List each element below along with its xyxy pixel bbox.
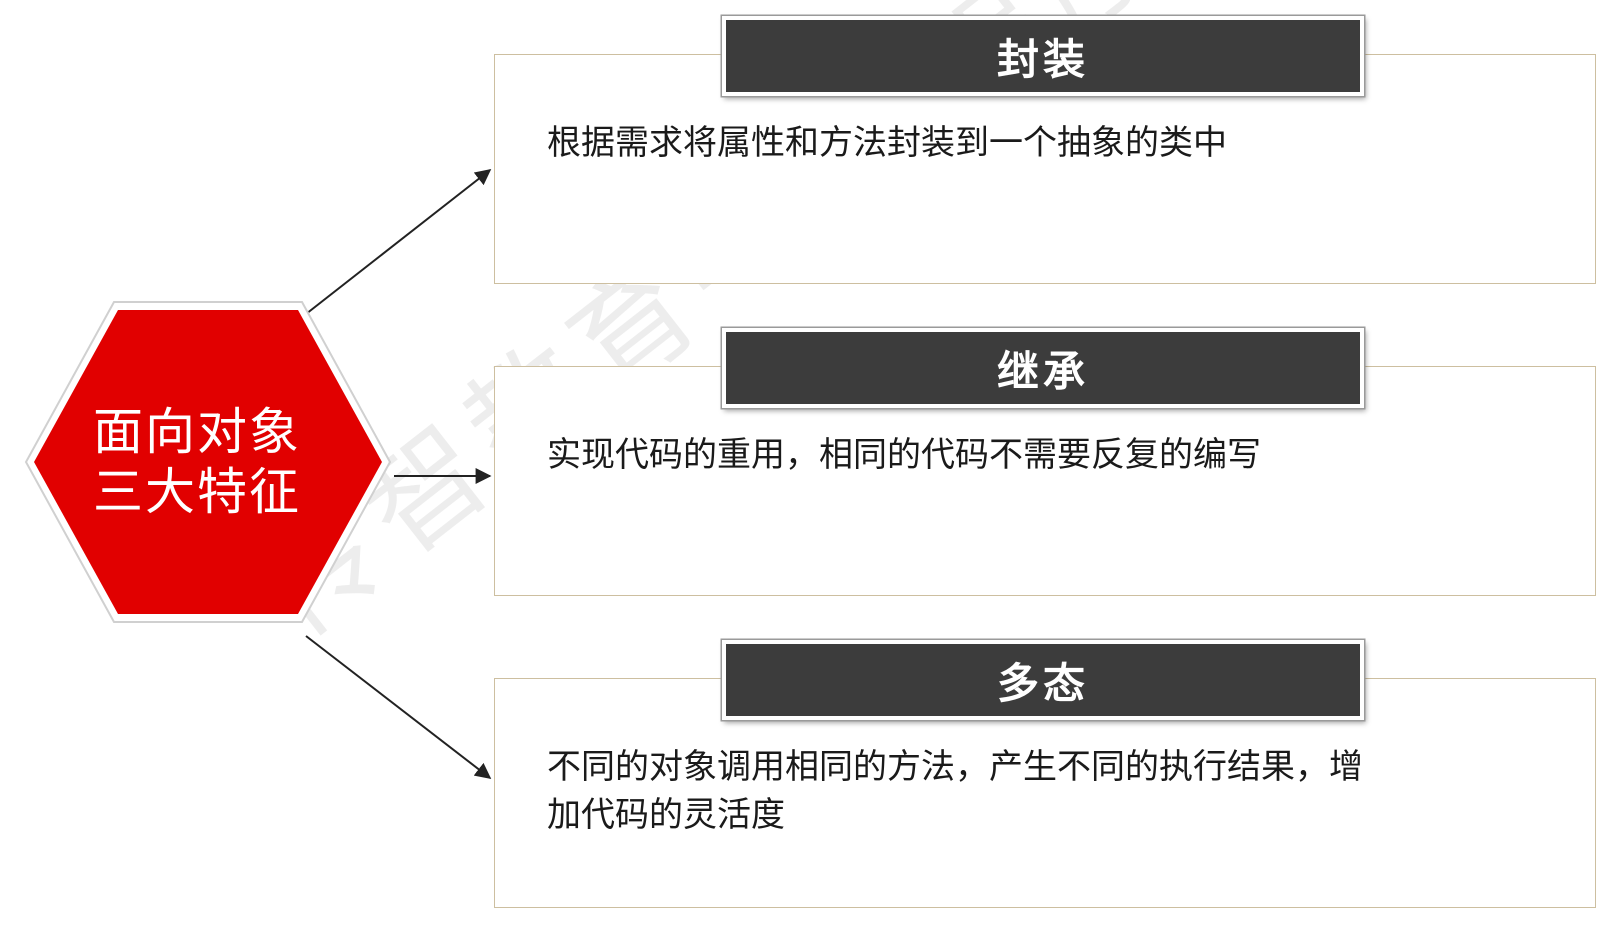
center-hexagon: 面向对象 三大特征	[22, 298, 392, 626]
feature-title-polymorphism: 多态	[722, 640, 1364, 720]
arrow-to-polymorphism	[305, 635, 492, 779]
feature-description: 根据需求将属性和方法封装到一个抽象的类中	[547, 123, 1227, 163]
feature-title-encapsulation: 封装	[722, 16, 1364, 96]
feature-description-line2: 加代码的灵活度	[547, 795, 785, 835]
arrow-to-encapsulation	[305, 169, 492, 315]
feature-description: 不同的对象调用相同的方法，产生不同的执行结果，增 加代码的灵活度	[547, 743, 1547, 839]
diagram-canvas: 传智教育-黑马程序员 面向对象 三大特征 根据需求将属性和方法封装到一个抽象的类…	[0, 0, 1612, 928]
feature-description: 实现代码的重用，相同的代码不需要反复的编写	[547, 435, 1261, 475]
feature-description-line1: 不同的对象调用相同的方法，产生不同的执行结果，增	[547, 747, 1363, 787]
center-title-line1: 面向对象	[93, 403, 301, 461]
feature-title-inheritance: 继承	[722, 328, 1364, 408]
center-title: 面向对象 三大特征	[22, 298, 392, 626]
center-title-line2: 三大特征	[93, 463, 301, 521]
